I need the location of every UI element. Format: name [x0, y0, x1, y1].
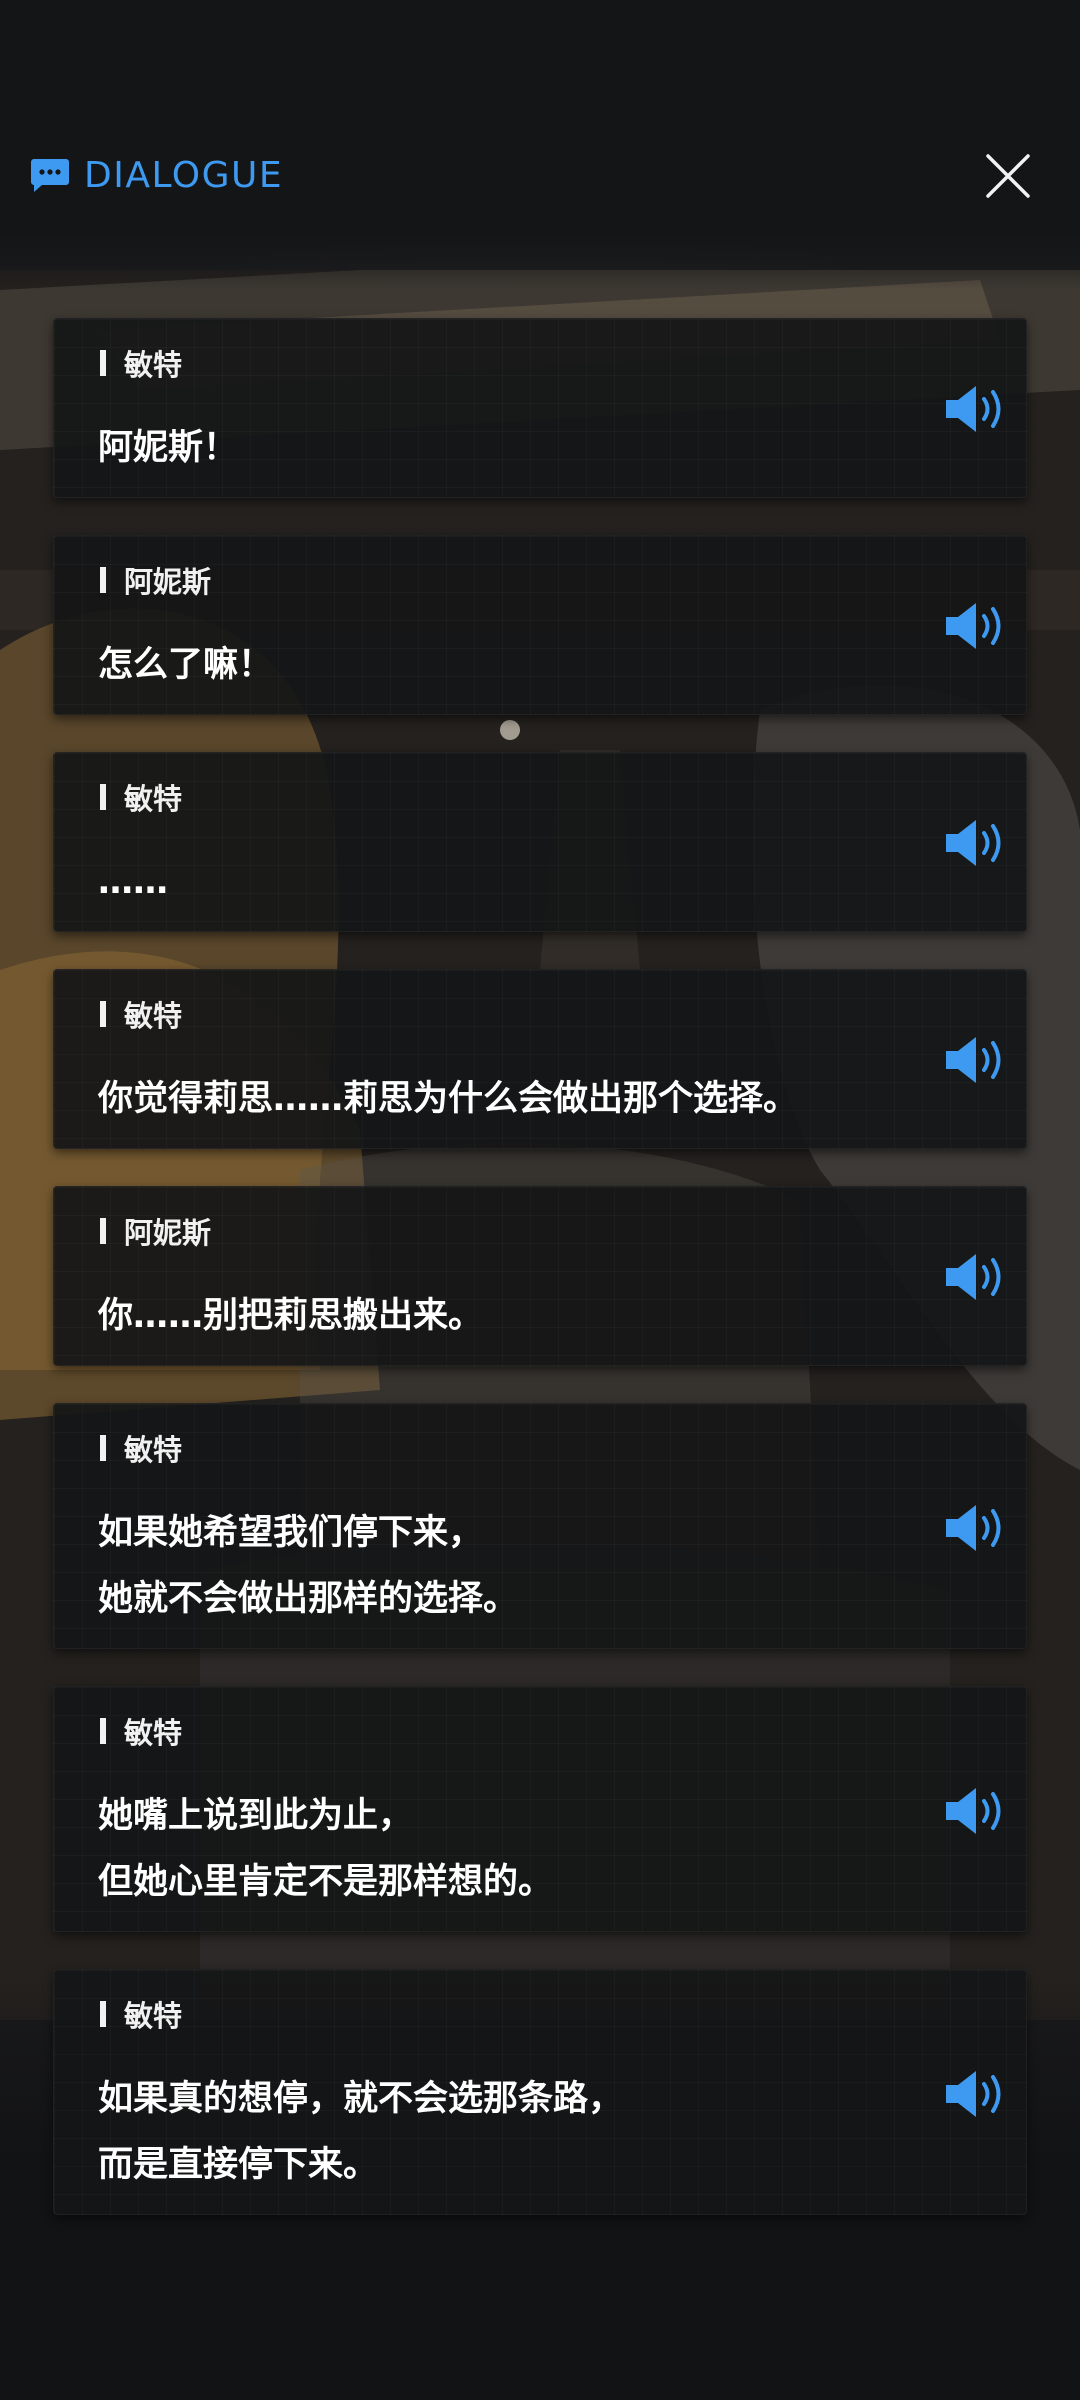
speaker-row: 敏特 — [100, 1430, 183, 1467]
dialogue-line: 如果真的想停，就不会选那条路， — [98, 2079, 624, 2119]
dialogue-line: 你觉得莉思……莉思为什么会做出那个选择。 — [98, 1079, 799, 1119]
speaker-volume-icon — [946, 1254, 1001, 1300]
voice-play-button[interactable] — [942, 1032, 1008, 1088]
dialogue-line: 她就不会做出那样的选择。 — [98, 1579, 519, 1619]
dialogue-line: 但她心里肯定不是那样想的。 — [98, 1862, 554, 1902]
dialogue-entry: 敏特 她嘴上说到此为止， 但她心里肯定不是那样想的。 — [53, 1686, 1027, 1932]
speaker-marker — [100, 1001, 106, 1027]
dialogue-log-screen: DIALOGUE 敏特 阿妮斯！ 阿妮斯 怎么了嘛！ 敏特 …… 敏特 你觉得莉… — [0, 0, 1080, 2400]
dialogue-entry: 敏特 如果她希望我们停下来， 她就不会做出那样的选择。 — [53, 1403, 1027, 1649]
close-icon — [986, 154, 1030, 198]
close-button[interactable] — [978, 146, 1038, 206]
speaker-row: 敏特 — [100, 1996, 183, 2033]
dialogue-text: 阿妮斯！ — [98, 415, 918, 481]
dialogue-line: 怎么了嘛！ — [98, 645, 274, 685]
speaker-marker — [100, 567, 106, 593]
speaker-volume-icon — [946, 1788, 1001, 1834]
dialogue-text: 你……别把莉思搬出来。 — [98, 1283, 918, 1349]
dialogue-line: 她嘴上说到此为止， — [98, 1796, 414, 1836]
voice-play-button[interactable] — [942, 1249, 1008, 1305]
speaker-marker — [100, 2001, 106, 2027]
speaker-name: 敏特 — [124, 999, 183, 1033]
dialogue-text: 她嘴上说到此为止， 但她心里肯定不是那样想的。 — [98, 1783, 918, 1915]
speaker-volume-icon — [946, 820, 1001, 866]
voice-play-button[interactable] — [942, 381, 1008, 437]
speaker-row: 敏特 — [100, 1713, 183, 1750]
dialogue-text: 怎么了嘛！ — [98, 632, 918, 698]
speaker-volume-icon — [946, 2071, 1001, 2117]
speaker-volume-icon — [946, 1505, 1001, 1551]
dialogue-entry: 敏特 如果真的想停，就不会选那条路， 而是直接停下来。 — [53, 1969, 1027, 2215]
dialogue-text: 如果真的想停，就不会选那条路， 而是直接停下来。 — [98, 2066, 918, 2198]
dialogue-entry: 敏特 …… — [53, 752, 1027, 932]
header-shade — [0, 0, 1080, 290]
voice-play-button[interactable] — [942, 598, 1008, 654]
speaker-name: 敏特 — [124, 1716, 183, 1750]
dialogue-line: 而是直接停下来。 — [98, 2145, 379, 2185]
speaker-row: 阿妮斯 — [100, 562, 212, 599]
speaker-name: 敏特 — [124, 348, 183, 382]
speaker-row: 敏特 — [100, 996, 183, 1033]
speaker-marker — [100, 1218, 106, 1244]
voice-play-button[interactable] — [942, 1500, 1008, 1556]
speaker-marker — [100, 1435, 106, 1461]
speaker-row: 敏特 — [100, 345, 183, 382]
dialogue-line: 如果她希望我们停下来， — [98, 1513, 484, 1553]
dialogue-entry: 阿妮斯 怎么了嘛！ — [53, 535, 1027, 715]
speaker-marker — [100, 784, 106, 810]
dialogue-header: DIALOGUE — [30, 148, 283, 202]
speaker-row: 敏特 — [100, 779, 183, 816]
speaker-name: 敏特 — [124, 782, 183, 816]
voice-play-button[interactable] — [942, 815, 1008, 871]
speaker-marker — [100, 1718, 106, 1744]
dialogue-text: …… — [98, 849, 918, 915]
speaker-name: 阿妮斯 — [124, 565, 212, 599]
chat-bubble-icon — [31, 159, 69, 192]
dialogue-line: …… — [98, 862, 168, 902]
dialogue-entry: 阿妮斯 你……别把莉思搬出来。 — [53, 1186, 1027, 1366]
voice-play-button[interactable] — [942, 2066, 1008, 2122]
speaker-row: 阿妮斯 — [100, 1213, 212, 1250]
dialogue-line: 阿妮斯！ — [98, 428, 239, 468]
dialogue-text: 如果她希望我们停下来， 她就不会做出那样的选择。 — [98, 1500, 918, 1632]
speaker-marker — [100, 350, 106, 376]
speaker-name: 敏特 — [124, 1999, 183, 2033]
dialogue-line: 你……别把莉思搬出来。 — [98, 1296, 484, 1336]
voice-play-button[interactable] — [942, 1783, 1008, 1839]
speaker-name: 敏特 — [124, 1433, 183, 1467]
speaker-volume-icon — [946, 386, 1001, 432]
speaker-volume-icon — [946, 1037, 1001, 1083]
dialogue-entry: 敏特 你觉得莉思……莉思为什么会做出那个选择。 — [53, 969, 1027, 1149]
dialogue-text: 你觉得莉思……莉思为什么会做出那个选择。 — [98, 1066, 918, 1132]
dialogue-title: DIALOGUE — [84, 154, 284, 196]
speaker-volume-icon — [946, 603, 1001, 649]
dialogue-entry: 敏特 阿妮斯！ — [53, 318, 1027, 498]
speaker-name: 阿妮斯 — [124, 1216, 212, 1250]
